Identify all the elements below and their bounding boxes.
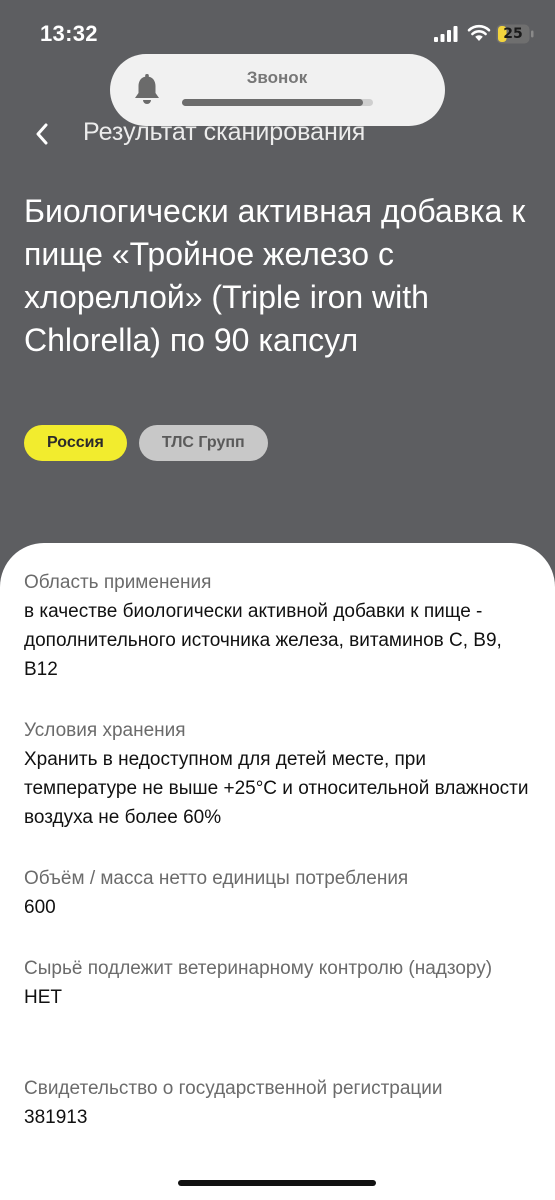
- detail-registration-certificate: Свидетельство о государственной регистра…: [24, 1074, 529, 1132]
- chevron-left-icon[interactable]: [26, 116, 60, 152]
- call-banner-label: Звонок: [246, 68, 308, 87]
- detail-label: Объём / масса нетто единицы потребления: [24, 868, 409, 889]
- cellular-signal-icon: [434, 26, 458, 42]
- home-indicator[interactable]: [178, 1180, 376, 1186]
- battery-icon: 25: [496, 24, 534, 44]
- detail-value: в качестве биологически активной добавки…: [24, 601, 502, 680]
- manufacturer-tag[interactable]: ТЛС Групп: [138, 425, 268, 461]
- detail-label: Свидетельство о государственной регистра…: [24, 1078, 443, 1099]
- country-tag[interactable]: Россия: [24, 425, 127, 461]
- wifi-icon: [467, 24, 491, 41]
- product-title: Биологически активная добавка к пище «Тр…: [24, 193, 526, 358]
- details-sheet: Область применения в качестве биологичес…: [0, 543, 555, 1200]
- product-tags: Россия ТЛС Групп: [24, 425, 268, 461]
- detail-net-volume: Объём / масса нетто единицы потребления …: [24, 864, 529, 922]
- detail-value: 600: [24, 897, 56, 918]
- navigation-bar: Результат сканирования: [0, 112, 555, 156]
- detail-value: НЕТ: [24, 987, 62, 1008]
- battery-level: 25: [503, 26, 523, 42]
- status-time: 13:32: [40, 21, 98, 46]
- bell-icon: [135, 74, 159, 104]
- detail-label: Сырьё подлежит ветеринарному контролю (н…: [24, 958, 493, 979]
- detail-label: Условия хранения: [24, 720, 186, 741]
- detail-veterinary-control: Сырьё подлежит ветеринарному контролю (н…: [24, 954, 529, 1012]
- detail-value: Хранить в недоступном для детей месте, п…: [24, 749, 529, 828]
- detail-value: 381913: [24, 1107, 88, 1128]
- call-volume-fill: [182, 99, 364, 106]
- detail-label: Область применения: [24, 572, 212, 593]
- call-volume-slider[interactable]: [182, 99, 373, 106]
- detail-storage-conditions: Условия хранения Хранить в недоступном д…: [24, 716, 529, 832]
- detail-application-area: Область применения в качестве биологичес…: [24, 568, 529, 684]
- page-title: Результат сканирования: [83, 118, 366, 146]
